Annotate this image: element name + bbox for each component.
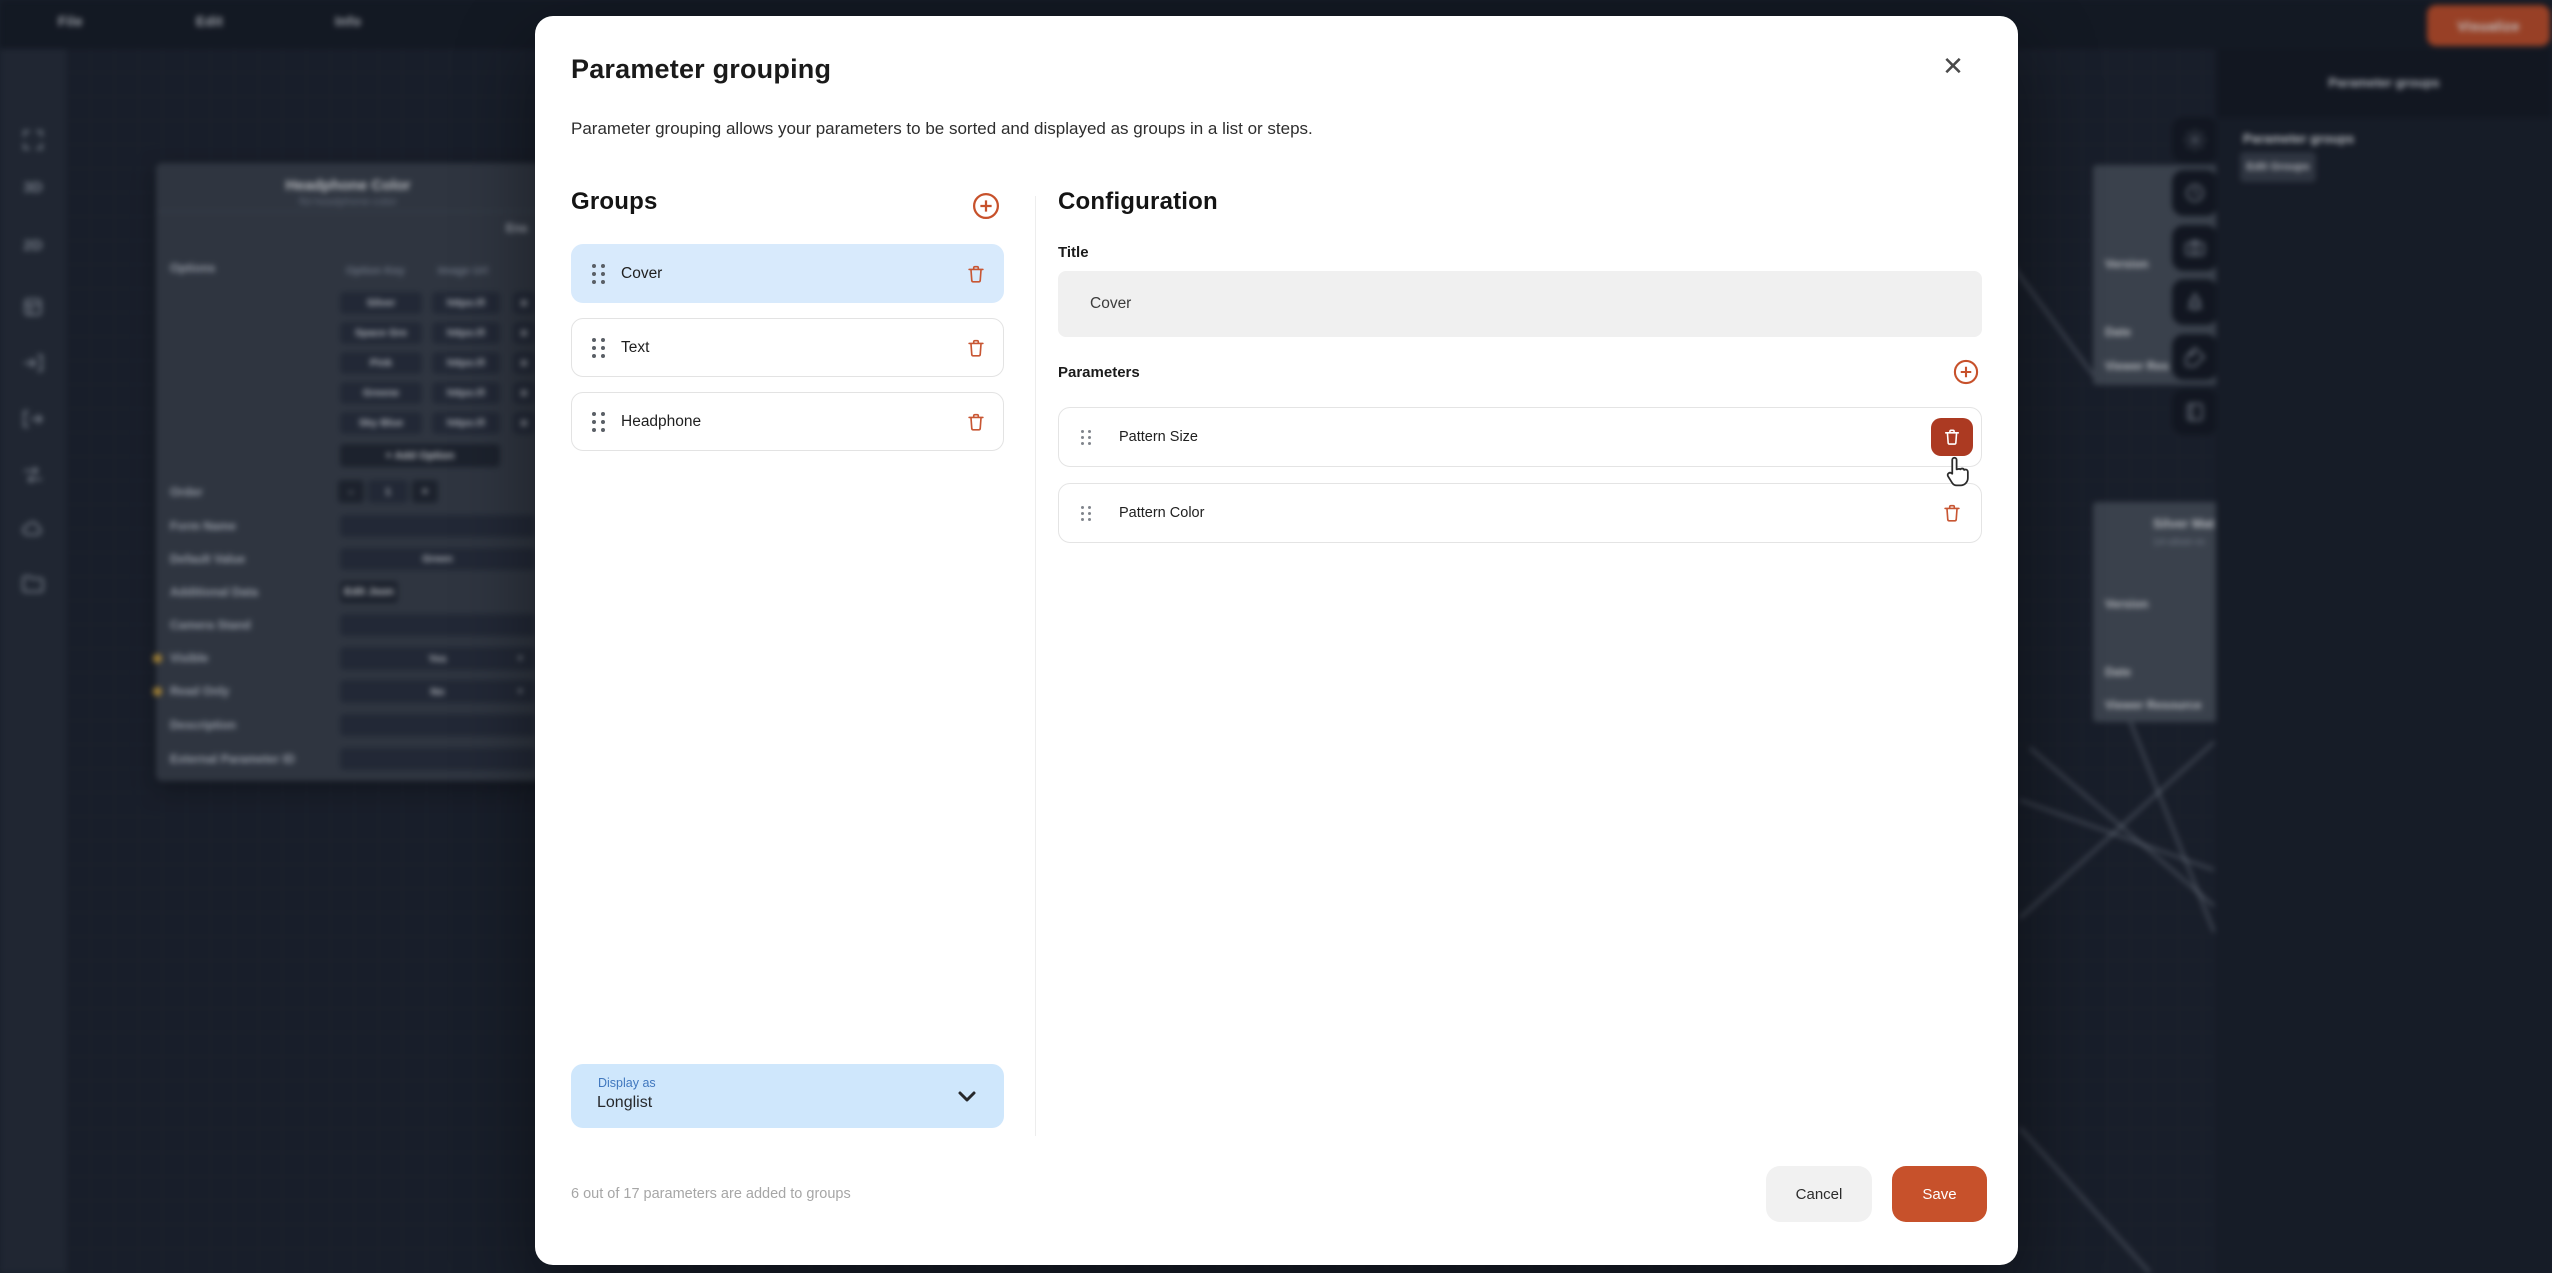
close-icon[interactable]: ✕ — [1933, 46, 1973, 86]
parameter-label: Pattern Size — [1119, 429, 1931, 445]
hand-cursor — [1940, 452, 1974, 490]
cancel-button[interactable]: Cancel — [1766, 1166, 1872, 1222]
add-group-icon[interactable] — [971, 191, 1001, 221]
drag-handle-icon[interactable] — [1081, 506, 1091, 521]
drag-handle-icon[interactable] — [592, 264, 605, 284]
column-divider — [1035, 196, 1036, 1136]
parameters-status-text: 6 out of 17 parameters are added to grou… — [571, 1186, 851, 1202]
group-row-text[interactable]: Text — [571, 318, 1004, 377]
delete-parameter-icon[interactable] — [1939, 500, 1965, 526]
configuration-heading: Configuration — [1058, 188, 1218, 216]
delete-group-icon[interactable] — [963, 335, 989, 361]
drag-handle-icon[interactable] — [1081, 430, 1091, 445]
parameter-row-pattern-color[interactable]: Pattern Color — [1058, 483, 1982, 543]
group-label: Text — [621, 339, 963, 357]
display-as-label: Display as — [598, 1076, 656, 1090]
delete-group-icon[interactable] — [963, 261, 989, 287]
parameter-grouping-dialog: Parameter grouping ✕ Parameter grouping … — [535, 16, 2018, 1265]
groups-heading: Groups — [571, 188, 658, 216]
group-label: Headphone — [621, 413, 963, 431]
add-parameter-icon[interactable] — [1952, 358, 1980, 386]
chevron-down-icon — [955, 1084, 979, 1108]
parameter-row-pattern-size[interactable]: Pattern Size — [1058, 407, 1982, 467]
dialog-description: Parameter grouping allows your parameter… — [571, 119, 1313, 139]
group-row-cover[interactable]: Cover — [571, 244, 1004, 303]
parameters-label: Parameters — [1058, 364, 1140, 381]
group-title-input[interactable]: Cover — [1058, 271, 1982, 337]
drag-handle-icon[interactable] — [592, 338, 605, 358]
title-field-label: Title — [1058, 244, 1089, 261]
display-as-dropdown[interactable]: Display as Longlist — [571, 1064, 1004, 1128]
group-row-headphone[interactable]: Headphone — [571, 392, 1004, 451]
display-as-value: Longlist — [597, 1094, 652, 1112]
save-button[interactable]: Save — [1892, 1166, 1987, 1222]
drag-handle-icon[interactable] — [592, 412, 605, 432]
delete-parameter-button-hovered[interactable] — [1931, 418, 1973, 456]
parameter-label: Pattern Color — [1119, 505, 1939, 521]
dialog-title: Parameter grouping — [571, 54, 831, 85]
group-label: Cover — [621, 265, 963, 283]
delete-group-icon[interactable] — [963, 409, 989, 435]
